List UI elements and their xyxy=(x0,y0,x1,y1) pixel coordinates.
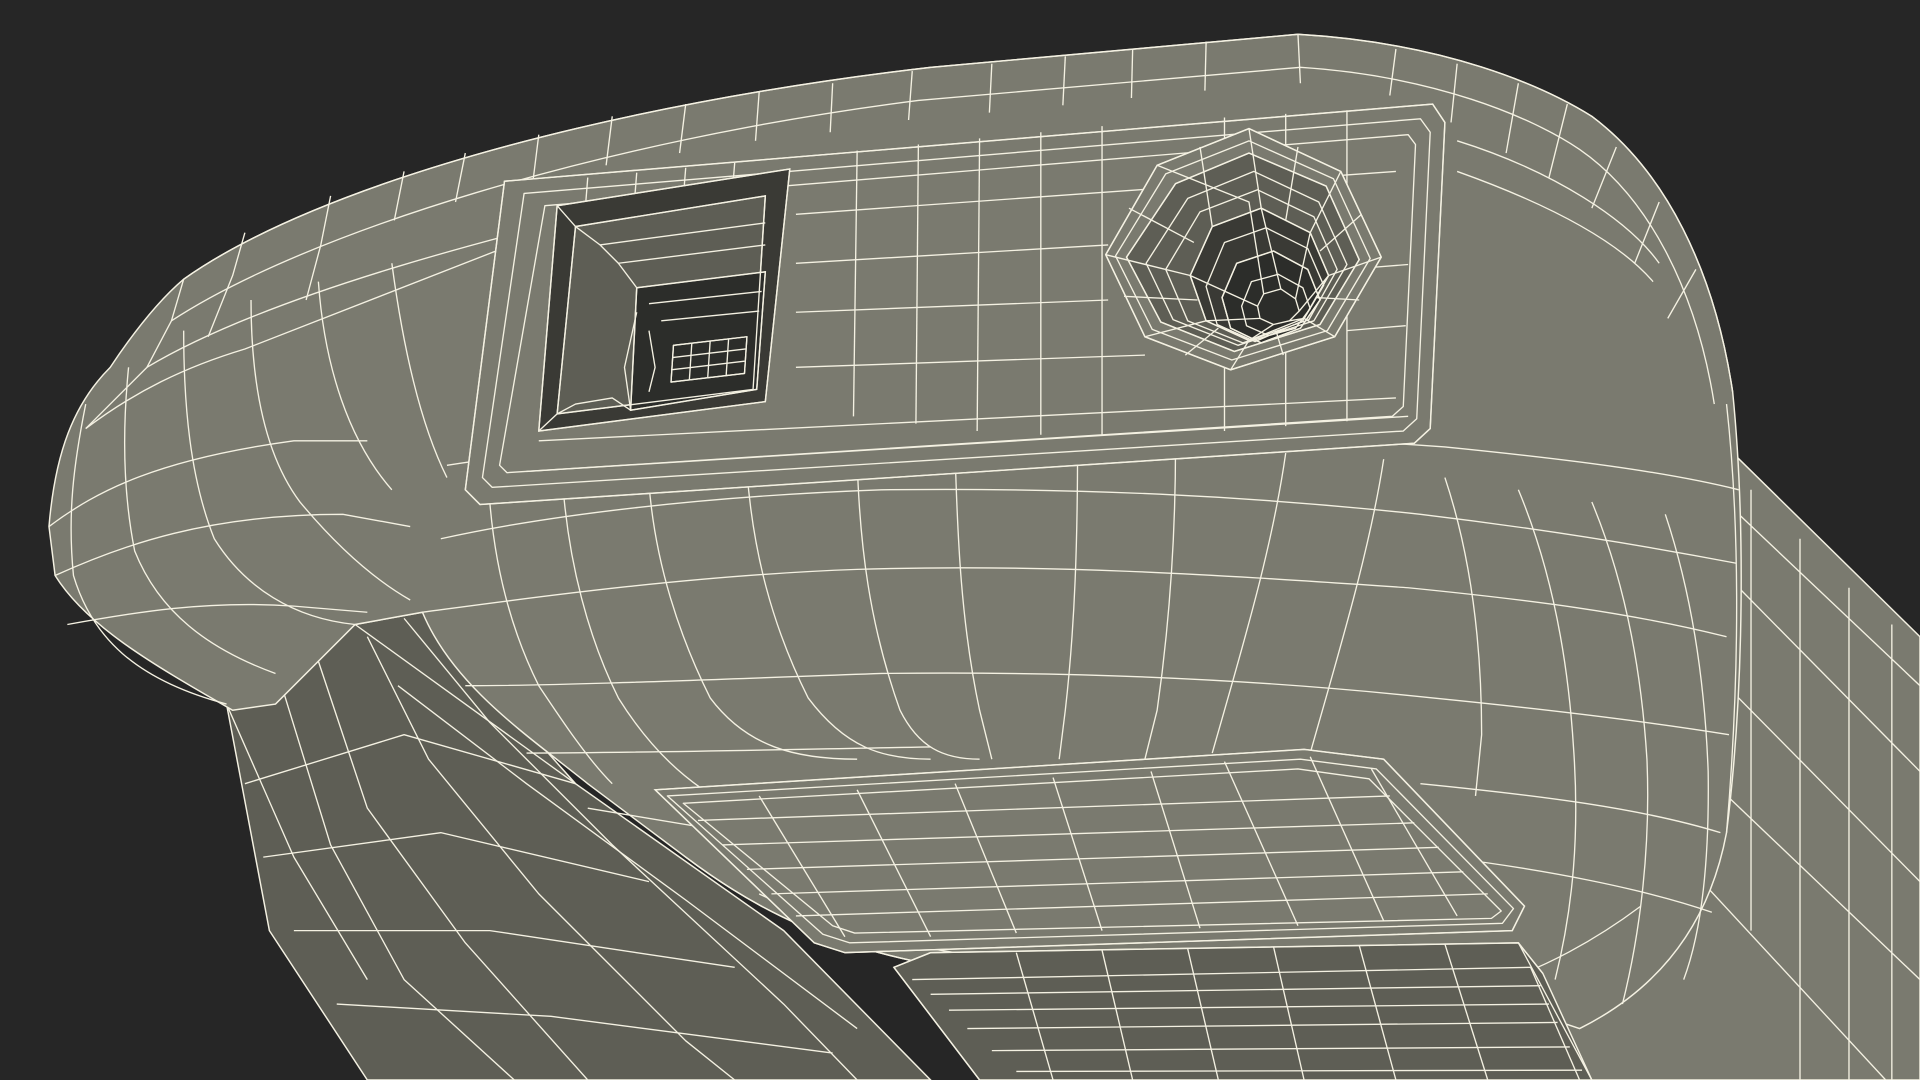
wireframe-render-viewport xyxy=(0,0,1920,1080)
wireframe-model xyxy=(48,33,1920,1080)
lower-ridge-strip xyxy=(892,942,1593,1080)
rectangular-scan-aperture xyxy=(537,168,791,432)
